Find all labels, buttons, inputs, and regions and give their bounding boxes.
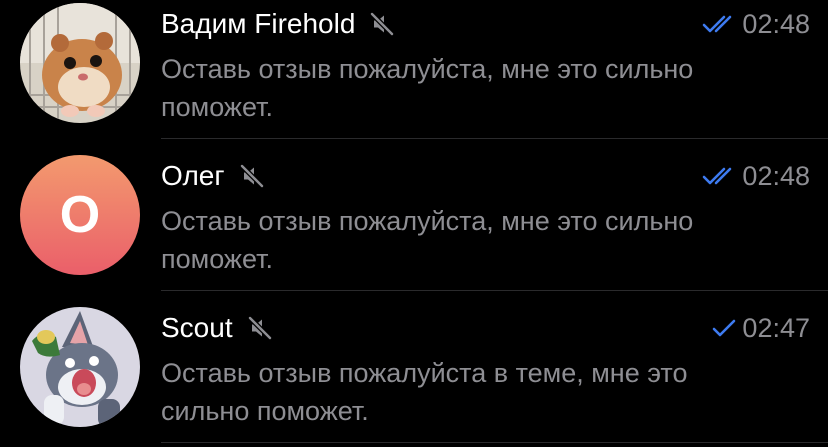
message-preview: Оставь отзыв пожалуйста, мне это сильно … [161,54,694,122]
chat-name: Олег [161,160,225,191]
chat-list: Вадим Firehold 02:48 Оставь отзыв пожалу… [0,0,828,447]
chat-name: Scout [161,312,233,343]
avatar-initial: О [59,186,101,244]
chat-time: 02:48 [742,8,810,39]
chat-content: Scout 02:47 Оставь отзыв пожалуйста в те… [161,290,810,442]
double-check-icon [703,15,732,33]
chat-content: Олег 02:48 Оставь отзыв пожалуйста, мне … [161,138,810,290]
name-line: Вадим Firehold [161,6,395,42]
chat-name: Вадим Firehold [161,8,356,39]
chat-content: Вадим Firehold 02:48 Оставь отзыв пожалу… [161,0,810,138]
cartoon-cat-avatar-image [20,307,140,427]
avatar[interactable] [20,307,140,427]
muted-speaker-icon [247,316,272,340]
chat-row-oleg[interactable]: О Олег 02:48 Оставь отзыв пожалуйста, мн… [0,138,828,290]
avatar[interactable]: О [20,155,140,275]
message-preview: Оставь отзыв пожалуйста в теме, мне это … [161,358,688,426]
divider [161,442,828,443]
muted-speaker-icon [239,164,264,188]
single-check-icon [713,319,736,337]
chat-row-vadim[interactable]: Вадим Firehold 02:48 Оставь отзыв пожалу… [0,0,828,138]
double-check-icon [703,167,732,185]
hamster-avatar-image [20,3,140,123]
muted-speaker-icon [370,12,395,36]
avatar[interactable] [20,3,140,123]
chat-meta: 02:48 [702,158,810,194]
name-line: Scout [161,310,273,346]
chat-row-scout[interactable]: Scout 02:47 Оставь отзыв пожалуйста в те… [0,290,828,442]
chat-meta: 02:48 [702,6,810,42]
message-preview: Оставь отзыв пожалуйста, мне это сильно … [161,206,694,274]
name-line: Олег [161,158,265,194]
chat-time: 02:48 [742,160,810,191]
chat-time: 02:47 [742,312,810,343]
chat-meta: 02:47 [712,310,810,346]
